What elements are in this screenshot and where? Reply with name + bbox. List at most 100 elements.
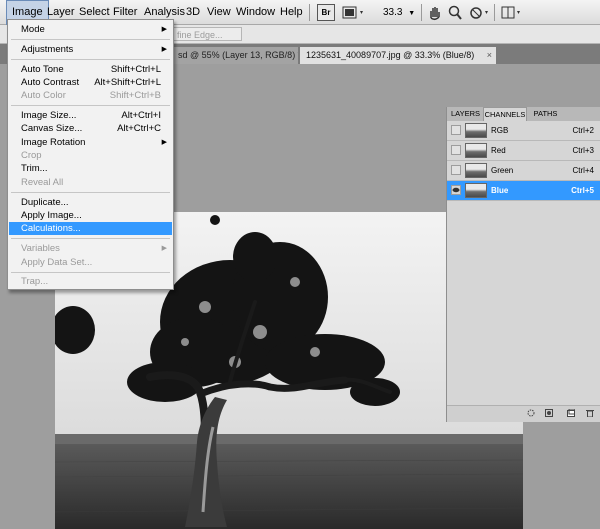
menu-item-adjustments[interactable]: Adjustments ▶ xyxy=(9,43,172,56)
new-channel-icon[interactable] xyxy=(567,409,575,417)
channel-shortcut: Ctrl+4 xyxy=(572,166,594,175)
channel-shortcut: Ctrl+3 xyxy=(572,146,594,155)
menu-item-label: Duplicate... xyxy=(21,197,69,208)
menu-item-auto-contrast[interactable]: Auto Contrast Alt+Shift+Ctrl+L xyxy=(9,76,172,89)
menu-divider xyxy=(11,59,170,60)
menu-item-label: Canvas Size... xyxy=(21,123,83,134)
load-selection-icon[interactable] xyxy=(527,409,535,417)
image-menu: Mode ▶ Adjustments ▶ Auto Tone Shift+Ctr… xyxy=(7,19,174,290)
zoom-level-value: 33.3 xyxy=(383,7,403,18)
tab-channels[interactable]: CHANNELS xyxy=(483,107,527,121)
menu-window[interactable]: Window xyxy=(231,0,280,25)
zoom-level-dropdown[interactable]: 33.3 ▼ xyxy=(383,4,417,21)
menu-item-label: Reveal All xyxy=(21,177,64,188)
channel-name: RGB xyxy=(491,126,509,135)
menu-item-auto-tone[interactable]: Auto Tone Shift+Ctrl+L xyxy=(9,63,172,76)
menu-item-shortcut: Shift+Ctrl+L xyxy=(110,64,161,75)
rotate-view-button[interactable] xyxy=(468,4,492,21)
menu-divider xyxy=(11,105,170,106)
refine-edge-button[interactable]: fine Edge... xyxy=(172,27,242,41)
channel-thumbnail xyxy=(465,183,487,198)
menu-item-label: Mode xyxy=(21,24,45,35)
panel-tabs: LAYERS CHANNELS PATHS xyxy=(447,107,600,121)
channel-row-red[interactable]: Red Ctrl+3 xyxy=(447,141,600,161)
menu-item-apply-image[interactable]: Apply Image... xyxy=(9,209,172,222)
zoom-tool-button[interactable] xyxy=(447,4,463,21)
channel-row-green[interactable]: Green Ctrl+4 xyxy=(447,161,600,181)
channel-thumbnail xyxy=(465,123,487,138)
menu-item-shortcut: Alt+Ctrl+C xyxy=(117,123,161,134)
trash-icon[interactable] xyxy=(586,409,594,417)
visibility-toggle[interactable] xyxy=(451,125,461,135)
menu-item-label: Trap... xyxy=(21,276,49,287)
channel-thumbnail xyxy=(465,143,487,158)
screen-mode-button[interactable] xyxy=(341,4,367,21)
channel-row-rgb[interactable]: RGB Ctrl+2 xyxy=(447,121,600,141)
menu-item-duplicate[interactable]: Duplicate... xyxy=(9,196,172,209)
menu-divider xyxy=(11,272,170,273)
menu-help[interactable]: Help xyxy=(275,0,308,25)
tab-layers[interactable]: LAYERS xyxy=(449,107,482,121)
menu-item-label: Trim... xyxy=(21,163,48,174)
submenu-arrow-icon: ▶ xyxy=(161,139,167,146)
channel-name: Green xyxy=(491,166,514,175)
toolbar-separator xyxy=(494,4,495,21)
hand-tool-button[interactable] xyxy=(427,4,443,21)
menu-divider xyxy=(11,192,170,193)
toolbar-separator xyxy=(309,4,310,21)
tab-paths[interactable]: PATHS xyxy=(529,107,562,121)
menu-item-label: Apply Data Set... xyxy=(21,257,93,268)
menu-item-label: Adjustments xyxy=(21,44,74,55)
submenu-arrow-icon: ▶ xyxy=(161,245,167,252)
channel-thumbnail xyxy=(465,163,487,178)
menu-item-image-size[interactable]: Image Size... Alt+Ctrl+I xyxy=(9,109,172,122)
menu-item-shortcut: Shift+Ctrl+B xyxy=(109,90,161,101)
eye-icon[interactable] xyxy=(451,185,461,195)
channel-name: Blue xyxy=(491,186,509,195)
menu-item-shortcut: Alt+Ctrl+I xyxy=(121,110,161,121)
channel-row-blue[interactable]: Blue Ctrl+5 xyxy=(447,181,600,201)
channel-shortcut: Ctrl+5 xyxy=(571,186,594,195)
film-strip-icon xyxy=(342,6,363,19)
menu-item-reveal-all: Reveal All xyxy=(9,176,172,189)
visibility-toggle[interactable] xyxy=(451,145,461,155)
menu-item-calculations[interactable]: Calculations... xyxy=(9,222,172,235)
menu-item-trim[interactable]: Trim... xyxy=(9,162,172,175)
menu-divider xyxy=(11,39,170,40)
toolbar-separator xyxy=(421,4,422,21)
menu-item-apply-data-set: Apply Data Set... xyxy=(9,256,172,269)
close-icon[interactable]: × xyxy=(487,47,492,64)
menu-item-label: Crop xyxy=(21,150,42,161)
panel-footer xyxy=(447,405,600,422)
menu-item-label: Apply Image... xyxy=(21,210,82,221)
menu-item-shortcut: Alt+Shift+Ctrl+L xyxy=(94,77,161,88)
save-selection-icon[interactable] xyxy=(545,409,553,417)
menu-item-trap: Trap... xyxy=(9,275,172,288)
visibility-toggle[interactable] xyxy=(451,165,461,175)
chevron-down-icon: ▼ xyxy=(408,10,416,17)
menu-item-variables: Variables ▶ xyxy=(9,242,172,255)
arrange-documents-button[interactable] xyxy=(500,4,526,21)
magnifier-icon xyxy=(448,5,462,20)
bridge-button[interactable]: Br xyxy=(317,4,335,21)
channel-shortcut: Ctrl+2 xyxy=(572,126,594,135)
menu-item-auto-color: Auto Color Shift+Ctrl+B xyxy=(9,89,172,102)
tab-document-2[interactable]: 1235631_40089707.jpg @ 33.3% (Blue/8) × xyxy=(300,47,496,64)
tab-label: 1235631_40089707.jpg @ 33.3% (Blue/8) xyxy=(306,50,475,60)
menu-item-label: Variables xyxy=(21,243,60,254)
tab-label: sd @ 55% (Layer 13, RGB/8) * xyxy=(178,50,298,60)
menu-divider xyxy=(11,238,170,239)
submenu-arrow-icon: ▶ xyxy=(161,46,167,53)
channels-panel: LAYERS CHANNELS PATHS RGB Ctrl+2 Red Ctr… xyxy=(446,107,600,422)
channel-name: Red xyxy=(491,146,506,155)
arrange-icon xyxy=(501,6,520,19)
tab-document-1[interactable]: sd @ 55% (Layer 13, RGB/8) * xyxy=(172,47,298,64)
menu-item-crop: Crop xyxy=(9,149,172,162)
menu-item-image-rotation[interactable]: Image Rotation ▶ xyxy=(9,136,172,149)
rotate-view-icon xyxy=(470,7,488,19)
menu-item-mode[interactable]: Mode ▶ xyxy=(9,23,172,36)
hand-icon xyxy=(430,7,440,21)
menu-item-label: Auto Color xyxy=(21,90,66,101)
menu-item-canvas-size[interactable]: Canvas Size... Alt+Ctrl+C xyxy=(9,122,172,135)
menu-item-label: Auto Contrast xyxy=(21,77,80,88)
